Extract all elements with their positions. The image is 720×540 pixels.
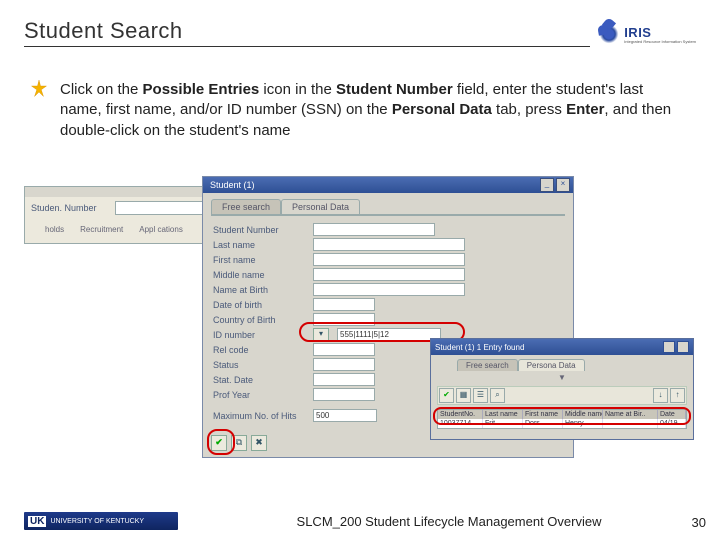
bullet-star-icon	[30, 80, 48, 98]
iris-flower-icon	[598, 23, 620, 45]
input-prof-year[interactable]	[313, 388, 375, 401]
label-country-birth: Country of Birth	[213, 315, 305, 325]
toolbar-icon-2[interactable]: ☰	[473, 388, 488, 403]
tab-free-search[interactable]: Free search	[211, 199, 281, 214]
label-status: Status	[213, 360, 305, 370]
tab-applications[interactable]: Appl cations	[139, 225, 183, 234]
execute-button[interactable]: ✔	[211, 435, 227, 451]
minimize-icon[interactable]: _	[540, 178, 554, 192]
student-number-label: Studen. Number	[31, 203, 109, 213]
id-selector-icon[interactable]: ▾	[313, 328, 329, 341]
results-tab-personal-data[interactable]: Persona Data	[518, 359, 585, 371]
results-title: Student (1) 1 Entry found	[435, 343, 524, 352]
toolbar-check-icon[interactable]: ✔	[439, 388, 454, 403]
input-country-birth[interactable]	[313, 313, 375, 326]
dialog-titlebar: Student (1) _ ×	[203, 177, 573, 193]
label-last-name: Last name	[213, 240, 305, 250]
table-row[interactable]: 10037714 Frit Dors Henry 04/19	[438, 419, 686, 428]
input-middle-name[interactable]	[313, 268, 465, 281]
input-max-hits[interactable]: 500	[313, 409, 377, 422]
label-first-name: First name	[213, 255, 305, 265]
label-date-of-birth: Date of birth	[213, 300, 305, 310]
tab-recruitment[interactable]: Recruitment	[80, 225, 123, 234]
toolbar-icon-5[interactable]: ↑	[670, 388, 685, 403]
col-nameatbirth[interactable]: Name at Bir..	[603, 410, 658, 419]
uk-mark: UK	[28, 516, 46, 527]
results-tab-free-search[interactable]: Free search	[457, 359, 518, 371]
dialog-title: Student (1)	[206, 180, 538, 190]
toolbar-button-1[interactable]: ⧉	[231, 435, 247, 451]
label-stat-date: Stat. Date	[213, 375, 305, 385]
toolbar-icon-4[interactable]: ↓	[653, 388, 668, 403]
results-close-icon[interactable]	[677, 341, 689, 353]
col-lastname[interactable]: Last name	[483, 410, 523, 419]
label-middle-name: Middle name	[213, 270, 305, 280]
label-name-at-birth: Name at Birth	[213, 285, 305, 295]
toolbar-icon-3[interactable]: ⌕	[490, 388, 505, 403]
instruction-bullet: Click on the Possible Entries icon in th…	[60, 80, 680, 141]
input-first-name[interactable]	[313, 253, 465, 266]
label-prof-year: Prof Year	[213, 390, 305, 400]
uk-text: UNIVERSITY OF KENTUCKY	[50, 518, 144, 525]
label-max-hits: Maximum No. of Hits	[213, 411, 305, 421]
input-name-at-birth[interactable]	[313, 283, 465, 296]
tab-personal-data[interactable]: Personal Data	[281, 199, 360, 214]
slide-title: Student Search	[24, 18, 590, 47]
iris-logo-text: IRIS	[624, 25, 696, 40]
toolbar-button-2[interactable]: ✖	[251, 435, 267, 451]
close-icon[interactable]: ×	[556, 178, 570, 192]
results-table: StudentNo. Last name First name Middle n…	[437, 409, 687, 429]
uk-logo: UK UNIVERSITY OF KENTUCKY	[24, 512, 178, 530]
input-student-number[interactable]	[313, 223, 435, 236]
label-rel-code: Rel code	[213, 345, 305, 355]
label-id-number: ID number	[213, 330, 305, 340]
iris-logo: IRIS Integrated Resource Information Sys…	[598, 23, 696, 45]
input-last-name[interactable]	[313, 238, 465, 251]
tab-holds[interactable]: holds	[45, 225, 64, 234]
footer-title: SLCM_200 Student Lifecycle Management Ov…	[178, 514, 720, 529]
input-status[interactable]	[313, 358, 375, 371]
results-dialog: Student (1) 1 Entry found Free search Pe…	[430, 338, 694, 440]
iris-logo-sub: Integrated Resource Information System	[624, 40, 696, 44]
slide-number: 30	[692, 515, 706, 530]
col-firstname[interactable]: First name	[523, 410, 563, 419]
col-middlename[interactable]: Middle name	[563, 410, 603, 419]
toolbar-icon-1[interactable]: ▦	[456, 388, 471, 403]
input-rel-code[interactable]	[313, 343, 375, 356]
col-studentno[interactable]: StudentNo.	[438, 410, 483, 419]
label-student-number: Student Number	[213, 225, 305, 235]
results-min-icon[interactable]	[663, 341, 675, 353]
results-toolbar: ✔ ▦ ☰ ⌕ ↓ ↑	[437, 386, 687, 405]
input-id-number[interactable]: 555|1111|5|12	[337, 328, 441, 341]
input-date-of-birth[interactable]	[313, 298, 375, 311]
col-date[interactable]: Date	[658, 410, 686, 419]
input-stat-date[interactable]	[313, 373, 375, 386]
